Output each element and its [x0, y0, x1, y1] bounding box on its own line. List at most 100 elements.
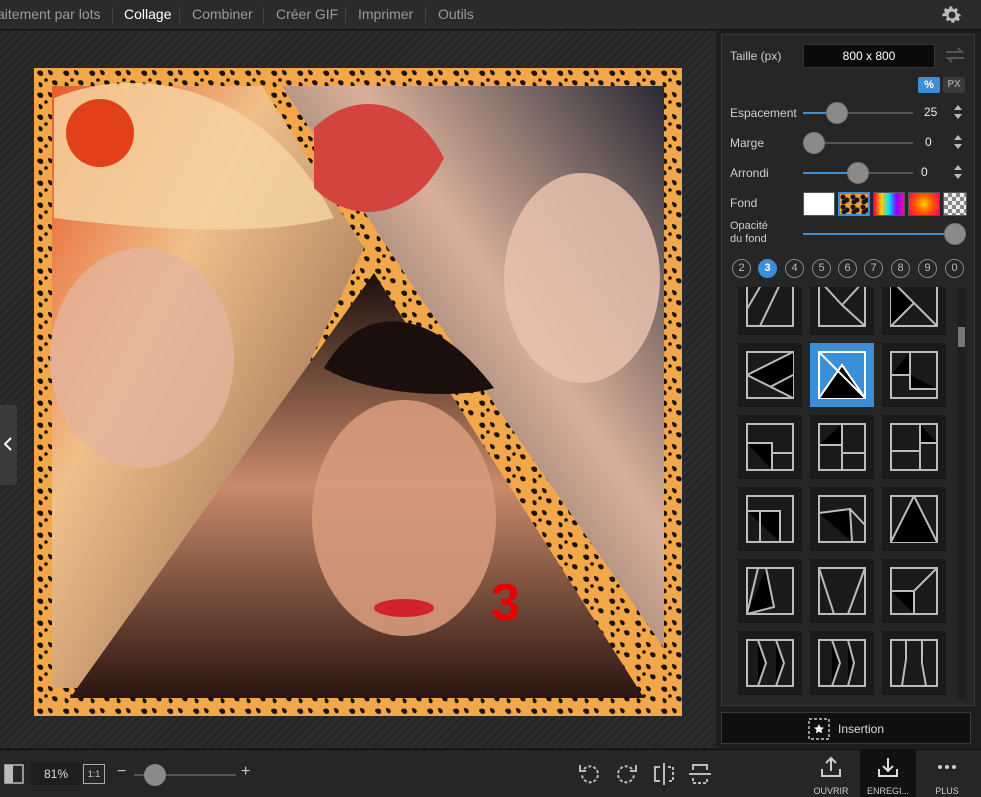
collage-preview[interactable]: 3: [34, 68, 682, 716]
count-option-9[interactable]: 9: [918, 259, 937, 278]
layout-tile[interactable]: [882, 487, 946, 551]
layout-tile[interactable]: [738, 415, 802, 479]
menu-batch-processing[interactable]: aitement par lots: [0, 0, 101, 30]
rounding-label: Arrondi: [730, 166, 769, 180]
flip-vertical-icon[interactable]: [688, 762, 712, 786]
margin-value[interactable]: 0: [925, 135, 932, 149]
layout-tile[interactable]: [738, 487, 802, 551]
layout-tile[interactable]: [738, 287, 802, 335]
background-swatch-rainbow[interactable]: [873, 192, 905, 216]
size-label: Taille (px): [730, 49, 782, 63]
layout-tile[interactable]: [882, 343, 946, 407]
menu-separator: [425, 7, 426, 23]
layout-tile[interactable]: [882, 631, 946, 695]
menu-tools[interactable]: Outils: [438, 0, 474, 30]
insert-star-icon: [808, 718, 830, 740]
settings-gear-icon[interactable]: [940, 3, 964, 27]
layout-tile[interactable]: [810, 287, 874, 335]
layout-tile[interactable]: [738, 343, 802, 407]
background-swatch-transparent[interactable]: [943, 192, 967, 216]
layout-tile[interactable]: [810, 487, 874, 551]
layout-tile[interactable]: [810, 559, 874, 623]
more-button[interactable]: PLUS: [919, 750, 975, 797]
opacity-slider[interactable]: [803, 233, 955, 235]
background-swatch-leopard[interactable]: [838, 192, 870, 216]
photo-1-flower: [66, 99, 134, 167]
layout-scrollbar[interactable]: [957, 287, 966, 699]
photo-2-face: [504, 173, 660, 383]
layout-tile-selected[interactable]: [810, 343, 874, 407]
background-swatch-white[interactable]: [803, 192, 835, 216]
rounding-slider-knob[interactable]: [847, 162, 869, 184]
zoom-out-icon[interactable]: −: [117, 763, 126, 781]
chevron-left-icon: [3, 437, 12, 451]
bottom-toolbar: 81% 1:1 − + OUVRIR ENREGI... PLUS: [0, 749, 981, 797]
layout-tile[interactable]: [882, 559, 946, 623]
size-input[interactable]: 800 x 800: [803, 44, 935, 68]
layout-tile[interactable]: [810, 415, 874, 479]
open-button[interactable]: OUVRIR: [803, 750, 859, 797]
layout-tile[interactable]: [882, 287, 946, 335]
layout-tile[interactable]: [882, 415, 946, 479]
collage-canvas: 3: [34, 68, 682, 716]
rounding-value[interactable]: 0: [921, 165, 928, 179]
upload-icon: [821, 756, 841, 777]
zoom-in-icon[interactable]: +: [241, 763, 250, 781]
actual-size-button[interactable]: 1:1: [83, 764, 105, 784]
count-option-6[interactable]: 6: [838, 259, 857, 278]
menu-separator: [345, 7, 346, 23]
layout-tile[interactable]: [738, 559, 802, 623]
menu-collage[interactable]: Collage: [124, 0, 171, 30]
menu-print[interactable]: Imprimer: [358, 0, 413, 30]
toggle-panel-icon[interactable]: [4, 764, 24, 784]
count-option-3[interactable]: 3: [758, 259, 777, 278]
swap-dimensions-icon[interactable]: [944, 47, 966, 63]
margin-label: Marge: [730, 136, 765, 150]
photo-3-lips: [374, 599, 434, 617]
layout-tile[interactable]: [810, 631, 874, 695]
spacing-label: Espacement: [730, 106, 797, 120]
insert-button[interactable]: Insertion: [721, 712, 971, 744]
flip-horizontal-icon[interactable]: [652, 762, 676, 786]
menu-combine[interactable]: Combiner: [192, 0, 253, 30]
rotate-left-icon[interactable]: [578, 762, 602, 786]
zoom-value[interactable]: 81%: [31, 763, 81, 785]
count-option-4[interactable]: 4: [785, 259, 804, 278]
zoom-slider-knob[interactable]: [144, 764, 166, 786]
layout-scrollbar-thumb[interactable]: [958, 327, 965, 347]
menu-separator: [179, 7, 180, 23]
top-menu-bar: aitement par lots Collage Combiner Créer…: [0, 0, 981, 30]
count-option-8[interactable]: 8: [891, 259, 910, 278]
more-button-label: PLUS: [935, 786, 959, 796]
opacity-label-line2: du fond: [730, 233, 767, 245]
open-button-label: OUVRIR: [813, 786, 849, 796]
spacing-slider-knob[interactable]: [826, 102, 848, 124]
spacing-value[interactable]: 25: [924, 105, 937, 119]
background-swatch-radial[interactable]: [908, 192, 940, 216]
count-option-2[interactable]: 2: [732, 259, 751, 278]
spacing-spinner-icon[interactable]: [954, 105, 962, 119]
background-label: Fond: [730, 196, 758, 210]
collapse-left-tab[interactable]: [0, 405, 17, 485]
count-option-0[interactable]: 0: [945, 259, 964, 278]
opacity-label-line1: Opacité: [730, 220, 768, 232]
layout-grid: [730, 287, 952, 699]
rotate-right-icon[interactable]: [614, 762, 638, 786]
count-option-5[interactable]: 5: [812, 259, 831, 278]
margin-spinner-icon[interactable]: [954, 135, 962, 149]
unit-percent-toggle[interactable]: %: [918, 77, 940, 93]
layout-tile[interactable]: [738, 631, 802, 695]
rounding-spinner-icon[interactable]: [954, 165, 962, 179]
save-button-label: ENREGI...: [866, 786, 909, 796]
spacing-slider[interactable]: [803, 112, 913, 114]
opacity-slider-knob[interactable]: [944, 223, 966, 245]
collage-settings-panel: Taille (px) 800 x 800 % PX Espacement 25…: [721, 34, 975, 706]
count-option-7[interactable]: 7: [864, 259, 883, 278]
menu-create-gif[interactable]: Créer GIF: [276, 0, 338, 30]
download-icon: [878, 758, 898, 777]
save-button[interactable]: ENREGI...: [860, 750, 916, 797]
insert-button-label: Insertion: [838, 722, 885, 736]
photo-count-label: 3: [491, 574, 520, 632]
unit-px-toggle[interactable]: PX: [943, 77, 965, 93]
margin-slider-knob[interactable]: [803, 132, 825, 154]
